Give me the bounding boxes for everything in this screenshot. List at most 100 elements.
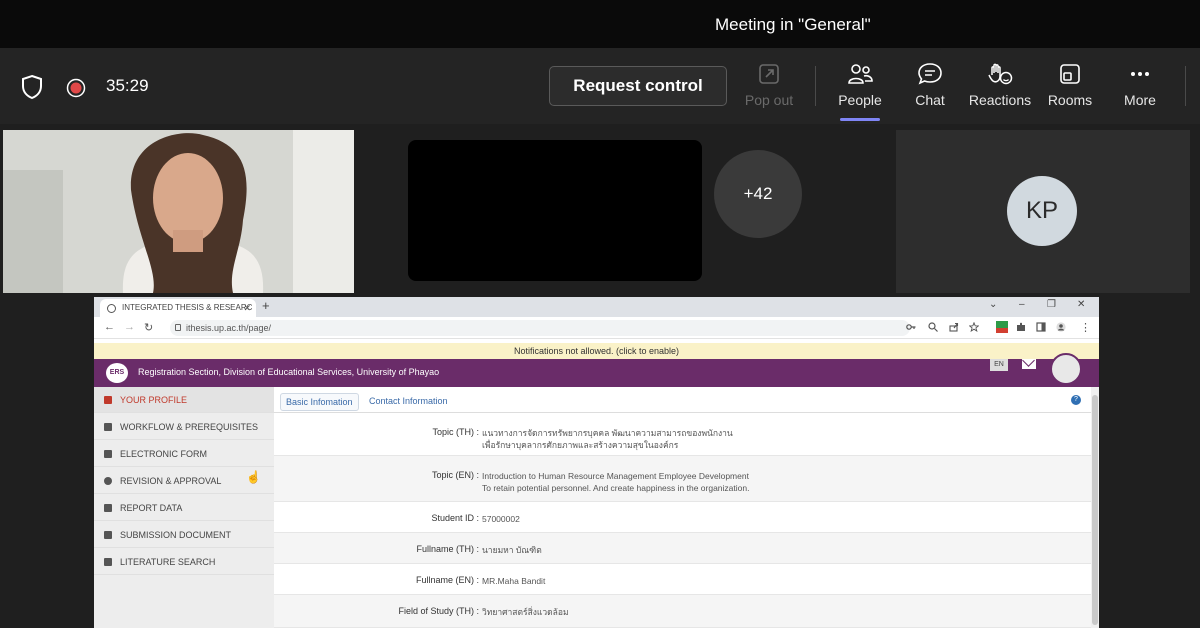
sidebar-item-label: LITERATURE SEARCH <box>120 557 216 567</box>
sidebar-item-report-data[interactable]: REPORT DATA <box>94 495 274 521</box>
field-label: Fullname (EN) : <box>415 575 479 585</box>
browser-tab-strip: INTEGRATED THESIS & RESEARC ✕ + ⌄ – ❐ ✕ <box>94 297 1099 317</box>
browser-tab-title: INTEGRATED THESIS & RESEARC <box>122 303 253 312</box>
shared-screen: INTEGRATED THESIS & RESEARC ✕ + ⌄ – ❐ ✕ … <box>94 297 1099 628</box>
window-title-bar: Meeting in "General" <box>0 0 1200 48</box>
book-icon <box>104 558 112 566</box>
back-icon[interactable]: ← <box>104 321 115 333</box>
zoom-icon[interactable] <box>928 322 938 332</box>
rooms-label: Rooms <box>1047 92 1093 108</box>
participant-video-tile[interactable] <box>3 130 354 293</box>
sidepanel-icon[interactable] <box>1036 322 1046 332</box>
participant-video-image <box>3 130 354 293</box>
language-button[interactable]: EN <box>990 359 1008 371</box>
browser-address-bar: ← → ↻ ithesis.up.ac.th/page/ ⋮ <box>94 317 1099 339</box>
field-label: Topic (TH) : <box>432 427 479 437</box>
sidebar-item-submission-document[interactable]: SUBMISSION DOCUMENT <box>94 522 274 548</box>
field-row-topic-en: Topic (EN) : Introduction to Human Resou… <box>274 456 1091 502</box>
reactions-icon <box>988 63 1013 85</box>
field-value: 57000002 <box>482 514 520 524</box>
restore-icon[interactable]: ❐ <box>1047 299 1056 310</box>
more-button[interactable]: More <box>1108 62 1172 118</box>
menu-icon[interactable]: ⋮ <box>1080 321 1091 334</box>
tab-basic-information[interactable]: Basic Infomation <box>280 393 359 411</box>
people-label: People <box>838 92 882 108</box>
site-title: Registration Section, Division of Educat… <box>138 367 440 377</box>
field-row-fullname-th: Fullname (TH) : นายมหา บัณฑิต <box>274 533 1091 564</box>
more-icon <box>1131 72 1149 76</box>
content-scrollbar[interactable] <box>1091 387 1099 628</box>
url-field[interactable]: ithesis.up.ac.th/page/ <box>170 320 910 336</box>
people-button[interactable]: People <box>828 62 892 121</box>
share-icon[interactable] <box>949 322 959 332</box>
reactions-label: Reactions <box>968 92 1032 108</box>
avatar: KP <box>1007 176 1077 246</box>
puzzle-icon[interactable] <box>1016 322 1026 332</box>
chevron-down-icon[interactable]: ⌄ <box>989 299 997 310</box>
reactions-button[interactable]: Reactions <box>968 62 1032 118</box>
chat-icon <box>918 63 942 85</box>
site-header: ERS Registration Section, Division of Ed… <box>94 353 1099 387</box>
star-icon[interactable] <box>969 322 979 332</box>
chat-label: Chat <box>915 92 945 108</box>
key-icon[interactable] <box>906 322 916 332</box>
sidebar-item-workflow[interactable]: WORKFLOW & PREREQUISITES <box>94 414 274 440</box>
sidebar-item-your-profile[interactable]: YOUR PROFILE <box>94 387 274 413</box>
profile-card-icon <box>104 396 112 404</box>
recording-icon <box>66 78 86 98</box>
chat-button[interactable]: Chat <box>898 62 962 118</box>
more-label: More <box>1124 92 1156 108</box>
notification-bar[interactable]: Notifications not allowed. (click to ena… <box>94 343 1099 359</box>
sidebar-item-label: YOUR PROFILE <box>120 395 188 405</box>
browser-tab[interactable]: INTEGRATED THESIS & RESEARC ✕ <box>100 299 256 317</box>
field-value-line2: To retain potential personnel. And creat… <box>482 483 750 493</box>
sidebar-item-label: REVISION & APPROVAL <box>120 476 222 486</box>
meeting-toolbar: 35:29 Request control Pop out People Cha… <box>0 48 1200 124</box>
forward-icon[interactable]: → <box>124 321 135 333</box>
sidebar-item-label: REPORT DATA <box>120 503 183 513</box>
sidebar-item-literature-search[interactable]: LITERATURE SEARCH <box>94 549 274 575</box>
help-icon[interactable]: ? <box>1071 395 1081 405</box>
pop-out-label: Pop out <box>744 92 794 108</box>
url-text: ithesis.up.ac.th/page/ <box>186 323 272 333</box>
globe-icon <box>107 304 116 313</box>
sidebar-item-electronic-form[interactable]: ELECTRONIC FORM <box>94 441 274 467</box>
field-label: Fullname (TH) : <box>416 544 479 554</box>
sidebar-item-label: WORKFLOW & PREREQUISITES <box>120 422 259 432</box>
report-icon <box>104 504 112 512</box>
reload-icon[interactable]: ↻ <box>144 321 153 334</box>
tab-contact-information[interactable]: Contact Information <box>364 393 453 409</box>
mail-icon[interactable] <box>1022 359 1036 369</box>
content-tabs: Basic Infomation Contact Information ? <box>274 387 1091 413</box>
overflow-participants-count[interactable]: +42 <box>714 150 802 238</box>
workflow-icon <box>104 423 112 431</box>
close-window-icon[interactable]: ✕ <box>1077 299 1085 310</box>
field-value: MR.Maha Bandit <box>482 576 546 586</box>
mouse-cursor-icon: ☝ <box>246 470 261 484</box>
lock-icon <box>175 324 181 331</box>
field-label: Field of Study (TH) : <box>398 606 479 616</box>
field-row-topic-th: Topic (TH) : แนวทางการจัดการทรัพยากรบุคค… <box>274 414 1091 456</box>
minimize-icon[interactable]: – <box>1019 299 1025 310</box>
field-value: แนวทางการจัดการทรัพยากรบุคคล พัฒนาความสา… <box>482 428 733 438</box>
sidebar-item-label: ELECTRONIC FORM <box>120 449 208 459</box>
field-row-fullname-en: Fullname (EN) : MR.Maha Bandit <box>274 564 1091 595</box>
people-icon <box>848 64 873 84</box>
sidebar: YOUR PROFILE WORKFLOW & PREREQUISITES EL… <box>94 387 274 628</box>
extension-badge-icon[interactable] <box>996 321 1008 333</box>
close-tab-icon[interactable]: ✕ <box>243 299 251 317</box>
field-label: Topic (EN) : <box>431 470 479 480</box>
request-control-button[interactable]: Request control <box>549 66 727 106</box>
document-icon <box>104 531 112 539</box>
shield-icon[interactable] <box>20 74 44 100</box>
shared-video-tile[interactable] <box>408 140 702 281</box>
pop-out-button[interactable]: Pop out <box>737 62 801 118</box>
new-tab-icon[interactable]: + <box>262 298 270 313</box>
avatar[interactable] <box>1050 353 1082 385</box>
cloud-icon <box>104 477 112 485</box>
profile-icon[interactable] <box>1056 322 1066 332</box>
rooms-button[interactable]: Rooms <box>1038 62 1102 118</box>
participant-tile-kp[interactable]: KP <box>896 130 1190 293</box>
logo[interactable]: ERS <box>106 363 128 383</box>
meeting-timer: 35:29 <box>106 76 149 95</box>
